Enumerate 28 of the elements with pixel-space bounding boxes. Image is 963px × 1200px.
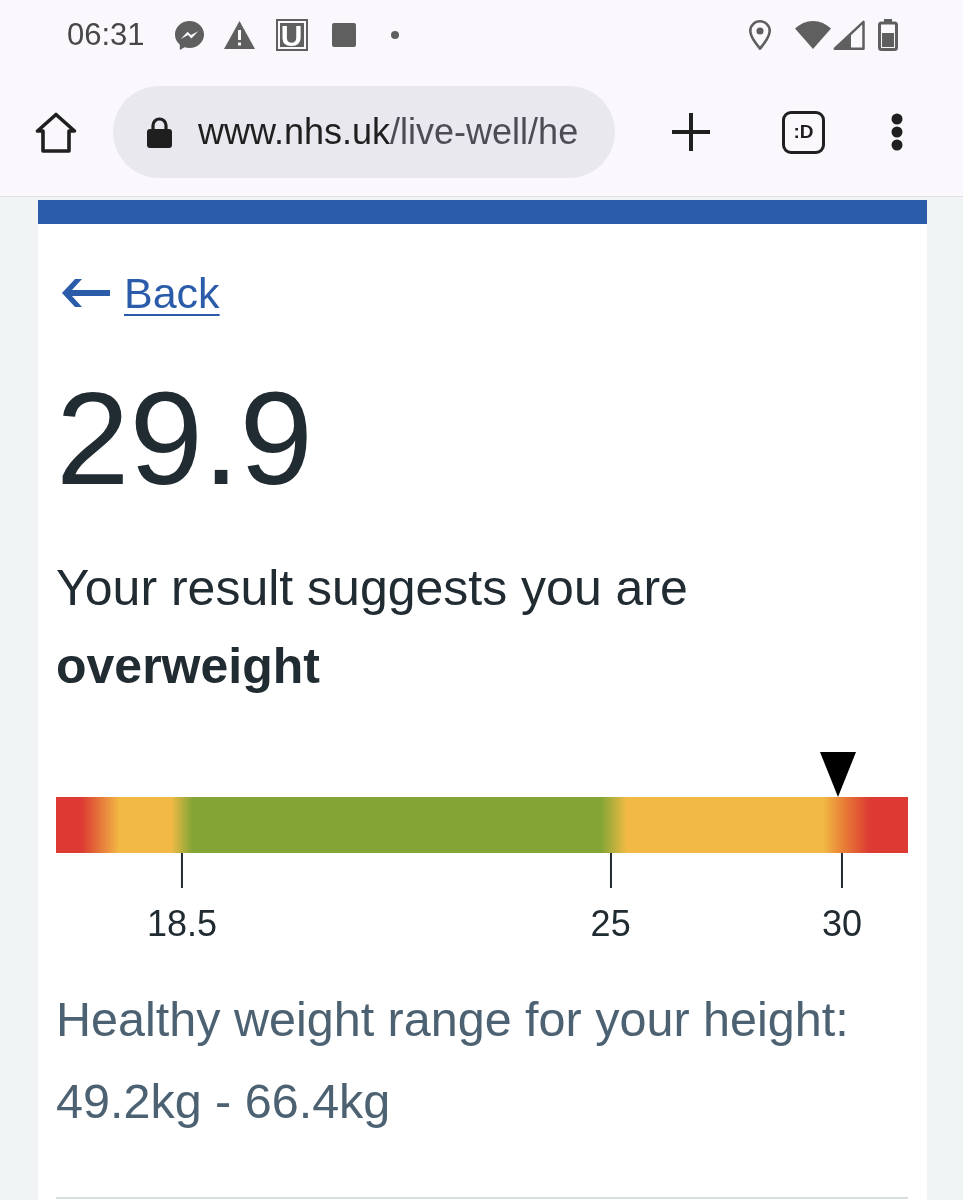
address-bar[interactable]: www.nhs.uk/live-well/he xyxy=(113,86,615,178)
healthy-range-label: Healthy weight range for your height: xyxy=(56,991,850,1048)
location-pin-icon xyxy=(749,20,771,50)
scale-tick xyxy=(609,853,612,888)
tick-label: 25 xyxy=(590,904,631,944)
arrow-left-icon xyxy=(62,279,110,307)
tab-switcher-button[interactable]: :D xyxy=(782,110,825,154)
chat-bubble-icon xyxy=(173,19,205,51)
signal-icon xyxy=(833,20,865,50)
tick-label: 18.5 xyxy=(147,904,218,944)
healthy-range-value: 49.2kg - 66.4kg xyxy=(56,1073,392,1130)
battery-icon xyxy=(878,19,898,51)
back-link[interactable]: Back xyxy=(62,268,220,318)
scale-tick xyxy=(181,853,184,888)
square-icon xyxy=(331,23,356,47)
notification-badge: U xyxy=(275,19,308,51)
scale-tick xyxy=(840,853,843,888)
result-message: Your result suggests you are overweight xyxy=(56,559,689,696)
bmi-value: 29.9 xyxy=(56,373,313,505)
status-time: 06:31 xyxy=(67,17,145,53)
lock-icon xyxy=(147,116,172,148)
dot-icon xyxy=(390,31,399,39)
home-icon[interactable] xyxy=(35,111,77,153)
menu-icon[interactable] xyxy=(891,113,903,151)
warning-icon xyxy=(223,21,255,49)
plus-icon[interactable] xyxy=(672,113,710,151)
tick-label: 30 xyxy=(821,904,862,944)
wifi-icon xyxy=(795,21,831,49)
